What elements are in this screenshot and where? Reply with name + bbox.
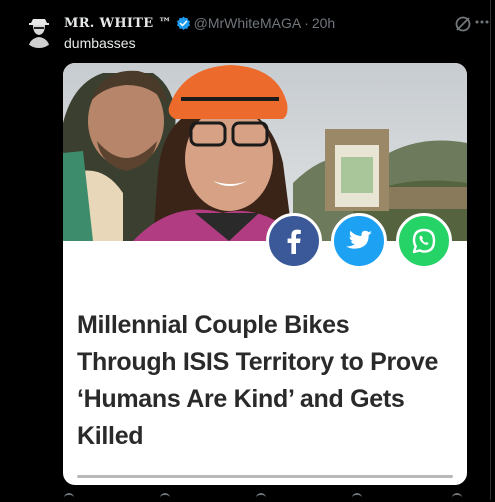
timestamp[interactable]: 20h xyxy=(312,15,335,31)
facebook-icon xyxy=(287,229,301,254)
like-icon[interactable] xyxy=(256,493,266,502)
whatsapp-icon xyxy=(412,228,436,254)
views-icon[interactable] xyxy=(352,493,362,502)
handle[interactable]: @MrWhiteMAGA xyxy=(194,15,302,31)
link-card[interactable]: Millennial Couple Bikes Through ISIS Ter… xyxy=(63,63,467,485)
card-divider xyxy=(77,475,453,478)
article-photo xyxy=(63,63,467,241)
more-icon[interactable] xyxy=(474,10,490,32)
separator-dot: · xyxy=(304,15,309,31)
retweet-icon[interactable] xyxy=(160,493,170,502)
display-name[interactable]: MR. WHITE ™ xyxy=(64,16,172,31)
twitter-icon xyxy=(346,230,372,249)
tweet-actions xyxy=(60,493,480,500)
avatar-image xyxy=(22,14,56,48)
verified-badge-icon xyxy=(176,16,190,30)
grok-icon[interactable] xyxy=(453,14,473,34)
share-icon[interactable] xyxy=(452,493,462,502)
tweet-text: dumbasses xyxy=(64,35,136,51)
article-headline[interactable]: Millennial Couple Bikes Through ISIS Ter… xyxy=(77,307,455,455)
column-divider xyxy=(490,0,491,500)
reply-icon[interactable] xyxy=(64,493,74,502)
facebook-share-button[interactable] xyxy=(266,213,322,269)
whatsapp-share-button[interactable] xyxy=(396,213,452,269)
tweet-header: MR. WHITE ™ @MrWhiteMAGA · 20h xyxy=(64,15,335,31)
twitter-share-button[interactable] xyxy=(331,213,387,269)
avatar[interactable] xyxy=(22,14,56,48)
